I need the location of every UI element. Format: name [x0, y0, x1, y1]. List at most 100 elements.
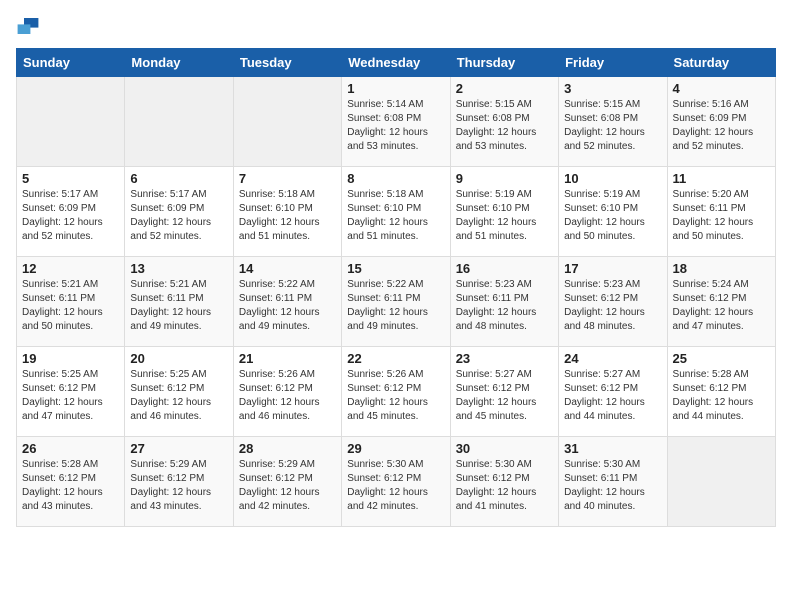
calendar-cell: 30 Sunrise: 5:30 AM Sunset: 6:12 PM Dayli… — [450, 437, 558, 527]
day-info: Sunrise: 5:17 AM Sunset: 6:09 PM Dayligh… — [22, 188, 119, 244]
calendar-cell — [667, 437, 775, 527]
day-number: 9 — [456, 171, 553, 186]
calendar-cell: 16 Sunrise: 5:23 AM Sunset: 6:11 PM Dayli… — [450, 257, 558, 347]
day-info: Sunrise: 5:30 AM Sunset: 6:11 PM Dayligh… — [564, 458, 661, 514]
day-info: Sunrise: 5:22 AM Sunset: 6:11 PM Dayligh… — [239, 278, 336, 334]
weekday-header: Tuesday — [233, 49, 341, 77]
day-info: Sunrise: 5:17 AM Sunset: 6:09 PM Dayligh… — [130, 188, 227, 244]
day-info: Sunrise: 5:15 AM Sunset: 6:08 PM Dayligh… — [456, 98, 553, 154]
calendar-cell: 23 Sunrise: 5:27 AM Sunset: 6:12 PM Dayli… — [450, 347, 558, 437]
day-number: 17 — [564, 261, 661, 276]
calendar-cell: 17 Sunrise: 5:23 AM Sunset: 6:12 PM Dayli… — [559, 257, 667, 347]
day-number: 21 — [239, 351, 336, 366]
day-number: 12 — [22, 261, 119, 276]
weekday-header-row: SundayMondayTuesdayWednesdayThursdayFrid… — [17, 49, 776, 77]
day-number: 6 — [130, 171, 227, 186]
day-info: Sunrise: 5:25 AM Sunset: 6:12 PM Dayligh… — [130, 368, 227, 424]
calendar-week-row: 5 Sunrise: 5:17 AM Sunset: 6:09 PM Daylig… — [17, 167, 776, 257]
weekday-header: Saturday — [667, 49, 775, 77]
day-info: Sunrise: 5:20 AM Sunset: 6:11 PM Dayligh… — [673, 188, 770, 244]
day-number: 24 — [564, 351, 661, 366]
day-number: 30 — [456, 441, 553, 456]
day-number: 8 — [347, 171, 444, 186]
day-number: 31 — [564, 441, 661, 456]
day-info: Sunrise: 5:23 AM Sunset: 6:12 PM Dayligh… — [564, 278, 661, 334]
calendar-cell: 15 Sunrise: 5:22 AM Sunset: 6:11 PM Dayli… — [342, 257, 450, 347]
day-number: 22 — [347, 351, 444, 366]
logo — [16, 16, 44, 36]
day-number: 26 — [22, 441, 119, 456]
day-number: 29 — [347, 441, 444, 456]
day-number: 13 — [130, 261, 227, 276]
weekday-header: Monday — [125, 49, 233, 77]
day-number: 4 — [673, 81, 770, 96]
day-info: Sunrise: 5:26 AM Sunset: 6:12 PM Dayligh… — [347, 368, 444, 424]
day-info: Sunrise: 5:14 AM Sunset: 6:08 PM Dayligh… — [347, 98, 444, 154]
calendar-cell: 28Sunrise: 5:29 AM Sunset: 6:12 PM Dayli… — [233, 437, 341, 527]
day-info: Sunrise: 5:18 AM Sunset: 6:10 PM Dayligh… — [239, 188, 336, 244]
calendar-cell: 7 Sunrise: 5:18 AM Sunset: 6:10 PM Daylig… — [233, 167, 341, 257]
day-info: Sunrise: 5:15 AM Sunset: 6:08 PM Dayligh… — [564, 98, 661, 154]
calendar-cell — [125, 77, 233, 167]
calendar: SundayMondayTuesdayWednesdayThursdayFrid… — [16, 48, 776, 527]
calendar-cell: 19 Sunrise: 5:25 AM Sunset: 6:12 PM Dayli… — [17, 347, 125, 437]
day-info: Sunrise: 5:26 AM Sunset: 6:12 PM Dayligh… — [239, 368, 336, 424]
day-info: Sunrise: 5:27 AM Sunset: 6:12 PM Dayligh… — [456, 368, 553, 424]
day-number: 20 — [130, 351, 227, 366]
day-info: Sunrise: 5:21 AM Sunset: 6:11 PM Dayligh… — [130, 278, 227, 334]
day-number: 11 — [673, 171, 770, 186]
calendar-cell: 6 Sunrise: 5:17 AM Sunset: 6:09 PM Daylig… — [125, 167, 233, 257]
day-number: 5 — [22, 171, 119, 186]
calendar-cell: 5 Sunrise: 5:17 AM Sunset: 6:09 PM Daylig… — [17, 167, 125, 257]
calendar-week-row: 12 Sunrise: 5:21 AM Sunset: 6:11 PM Dayli… — [17, 257, 776, 347]
day-info: Sunrise: 5:27 AM Sunset: 6:12 PM Dayligh… — [564, 368, 661, 424]
calendar-week-row: 19 Sunrise: 5:25 AM Sunset: 6:12 PM Dayli… — [17, 347, 776, 437]
calendar-cell: 11 Sunrise: 5:20 AM Sunset: 6:11 PM Dayli… — [667, 167, 775, 257]
day-info: Sunrise: 5:28 AM Sunset: 6:12 PM Dayligh… — [673, 368, 770, 424]
calendar-cell: 9 Sunrise: 5:19 AM Sunset: 6:10 PM Daylig… — [450, 167, 558, 257]
calendar-cell — [233, 77, 341, 167]
day-number: 15 — [347, 261, 444, 276]
day-number: 1 — [347, 81, 444, 96]
day-info: Sunrise: 5:16 AM Sunset: 6:09 PM Dayligh… — [673, 98, 770, 154]
calendar-cell: 31 Sunrise: 5:30 AM Sunset: 6:11 PM Dayli… — [559, 437, 667, 527]
calendar-cell: 18Sunrise: 5:24 AM Sunset: 6:12 PM Dayli… — [667, 257, 775, 347]
weekday-header: Wednesday — [342, 49, 450, 77]
weekday-header: Thursday — [450, 49, 558, 77]
day-info: Sunrise: 5:24 AM Sunset: 6:12 PM Dayligh… — [673, 278, 770, 334]
calendar-cell: 22 Sunrise: 5:26 AM Sunset: 6:12 PM Dayli… — [342, 347, 450, 437]
day-number: 14 — [239, 261, 336, 276]
calendar-cell: 13 Sunrise: 5:21 AM Sunset: 6:11 PM Dayli… — [125, 257, 233, 347]
day-info: Sunrise: 5:30 AM Sunset: 6:12 PM Dayligh… — [456, 458, 553, 514]
day-info: Sunrise: 5:19 AM Sunset: 6:10 PM Dayligh… — [456, 188, 553, 244]
weekday-header: Friday — [559, 49, 667, 77]
calendar-cell: 24 Sunrise: 5:27 AM Sunset: 6:12 PM Dayli… — [559, 347, 667, 437]
day-info: Sunrise: 5:23 AM Sunset: 6:11 PM Dayligh… — [456, 278, 553, 334]
day-info: Sunrise: 5:25 AM Sunset: 6:12 PM Dayligh… — [22, 368, 119, 424]
day-info: Sunrise: 5:21 AM Sunset: 6:11 PM Dayligh… — [22, 278, 119, 334]
day-info: Sunrise: 5:18 AM Sunset: 6:10 PM Dayligh… — [347, 188, 444, 244]
day-number: 7 — [239, 171, 336, 186]
day-number: 23 — [456, 351, 553, 366]
calendar-week-row: 1 Sunrise: 5:14 AM Sunset: 6:08 PM Daylig… — [17, 77, 776, 167]
calendar-cell: 29 Sunrise: 5:30 AM Sunset: 6:12 PM Dayli… — [342, 437, 450, 527]
day-info: Sunrise: 5:19 AM Sunset: 6:10 PM Dayligh… — [564, 188, 661, 244]
day-number: 25 — [673, 351, 770, 366]
calendar-cell — [17, 77, 125, 167]
calendar-week-row: 26Sunrise: 5:28 AM Sunset: 6:12 PM Dayli… — [17, 437, 776, 527]
day-info: Sunrise: 5:22 AM Sunset: 6:11 PM Dayligh… — [347, 278, 444, 334]
day-number: 19 — [22, 351, 119, 366]
day-info: Sunrise: 5:30 AM Sunset: 6:12 PM Dayligh… — [347, 458, 444, 514]
calendar-cell: 20 Sunrise: 5:25 AM Sunset: 6:12 PM Dayli… — [125, 347, 233, 437]
calendar-cell: 21 Sunrise: 5:26 AM Sunset: 6:12 PM Dayli… — [233, 347, 341, 437]
calendar-cell: 1 Sunrise: 5:14 AM Sunset: 6:08 PM Daylig… — [342, 77, 450, 167]
calendar-cell: 3Sunrise: 5:15 AM Sunset: 6:08 PM Daylig… — [559, 77, 667, 167]
day-number: 2 — [456, 81, 553, 96]
calendar-cell: 14 Sunrise: 5:22 AM Sunset: 6:11 PM Dayli… — [233, 257, 341, 347]
calendar-cell: 25 Sunrise: 5:28 AM Sunset: 6:12 PM Dayli… — [667, 347, 775, 437]
calendar-cell: 8 Sunrise: 5:18 AM Sunset: 6:10 PM Daylig… — [342, 167, 450, 257]
day-number: 16 — [456, 261, 553, 276]
day-number: 28 — [239, 441, 336, 456]
calendar-cell: 10Sunrise: 5:19 AM Sunset: 6:10 PM Dayli… — [559, 167, 667, 257]
day-info: Sunrise: 5:29 AM Sunset: 6:12 PM Dayligh… — [130, 458, 227, 514]
